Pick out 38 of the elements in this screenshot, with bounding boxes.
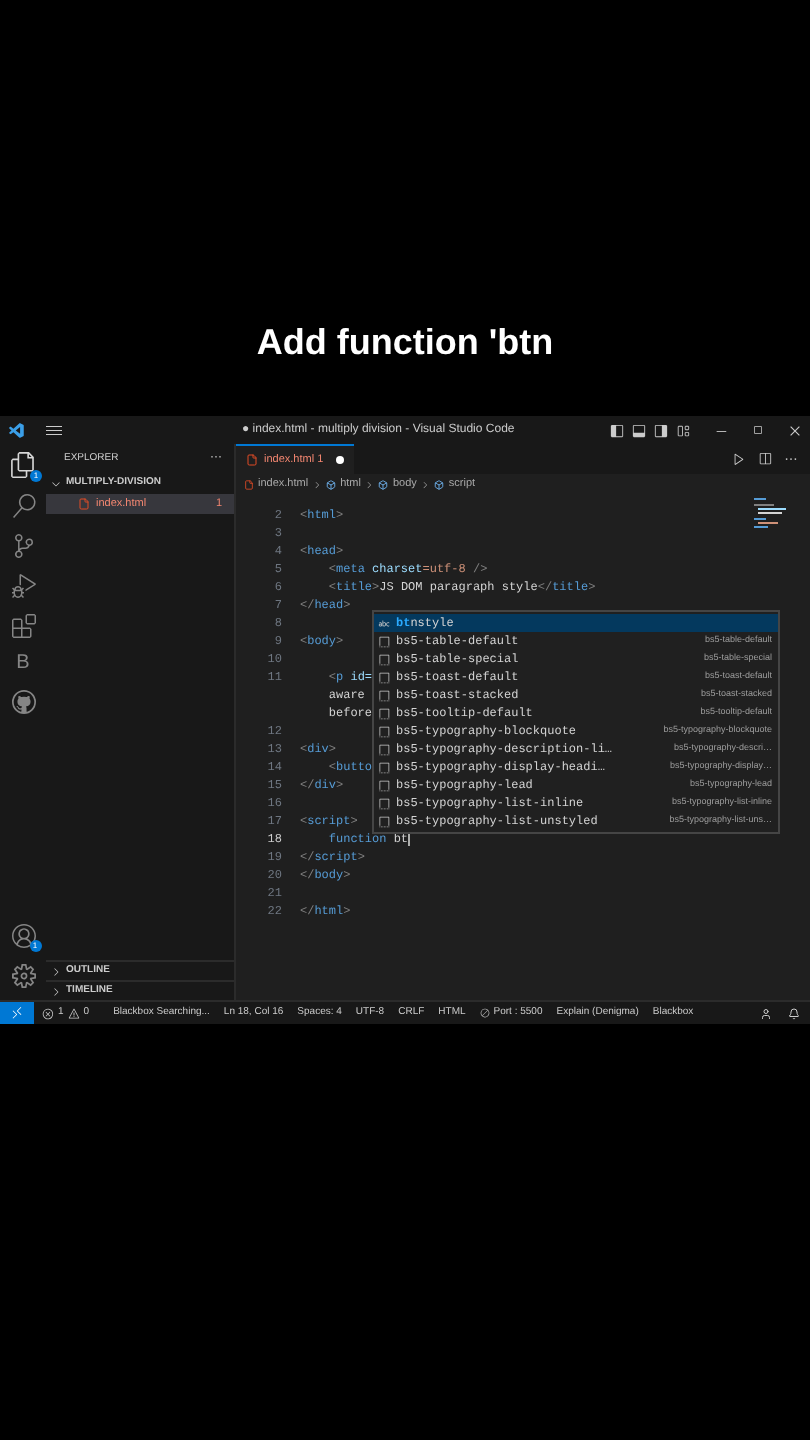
app-logo-icon — [8, 421, 26, 439]
panel-toggle-icon[interactable] — [632, 423, 646, 437]
element-icon — [378, 479, 389, 489]
layout-icon[interactable] — [676, 423, 690, 437]
explorer-icon[interactable] — [10, 452, 36, 478]
blackbox-tab[interactable]: B — [16, 654, 30, 674]
search-icon[interactable] — [11, 494, 35, 518]
account-icon[interactable] — [11, 924, 35, 948]
text-symbol-icon — [378, 617, 390, 629]
account-icon[interactable] — [760, 1007, 772, 1019]
chevron-right-icon — [364, 479, 375, 489]
chevron-right-icon — [420, 479, 431, 489]
menu-icon[interactable] — [46, 422, 62, 438]
warning-icon — [67, 1007, 80, 1019]
close-icon[interactable] — [788, 423, 802, 437]
github-icon[interactable] — [11, 690, 35, 714]
remote-icon — [10, 1006, 24, 1020]
error-icon — [42, 1007, 54, 1019]
extensions-icon[interactable] — [11, 614, 35, 638]
element-icon — [326, 479, 337, 489]
settings-icon[interactable] — [11, 964, 35, 988]
source-control-icon[interactable] — [11, 534, 35, 558]
notification-icon[interactable] — [788, 1007, 800, 1019]
chevron-right-icon — [312, 479, 323, 489]
html-file-icon — [78, 498, 90, 510]
split-editor-icon[interactable] — [758, 452, 772, 466]
minimap-drawing — [754, 498, 790, 530]
maximize-icon[interactable] — [752, 424, 764, 436]
more-icon[interactable] — [784, 452, 798, 466]
html-file-icon — [246, 454, 258, 466]
run-icon[interactable] — [732, 452, 746, 466]
run-debug-icon[interactable] — [11, 574, 35, 598]
sidebar-toggle-icon[interactable] — [610, 423, 624, 437]
secondary-sidebar-icon[interactable] — [654, 423, 668, 437]
html-file-icon — [244, 479, 254, 489]
chevron-down-icon — [50, 478, 62, 490]
video-caption: Add function 'btn — [256, 319, 554, 365]
element-icon — [434, 479, 445, 489]
